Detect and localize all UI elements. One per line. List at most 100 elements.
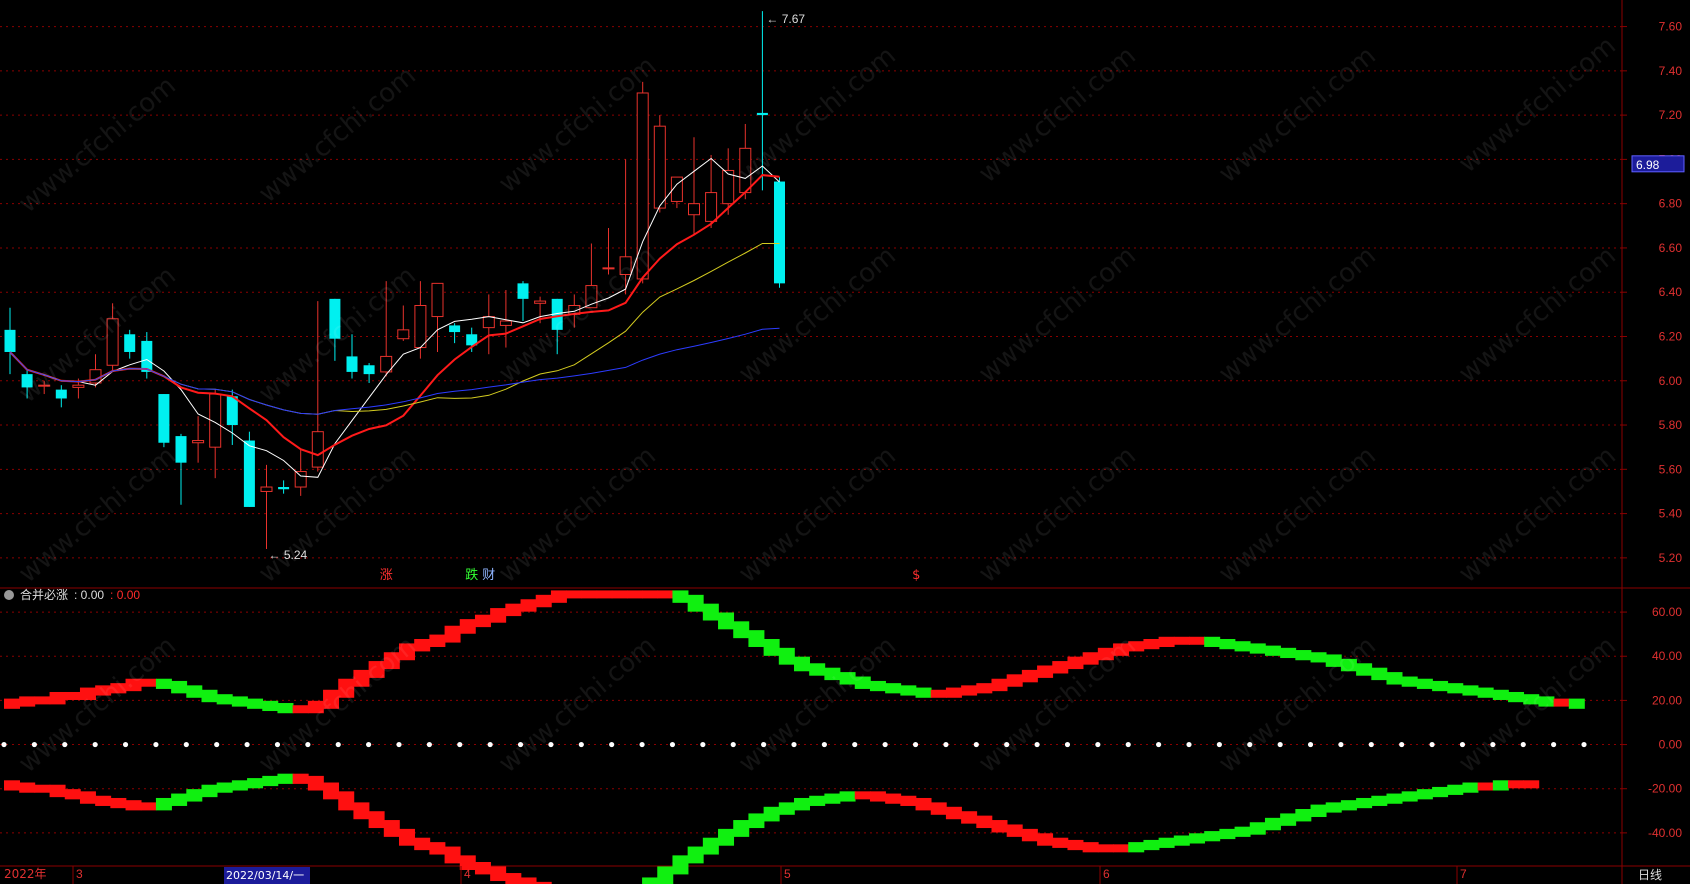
zero-dot xyxy=(882,741,888,748)
period-label: 日线 xyxy=(1638,868,1662,882)
lower-band-segment xyxy=(505,873,522,884)
lower-band-segment xyxy=(383,820,400,837)
lower-band-segment xyxy=(1082,842,1099,853)
lower-band-segment xyxy=(839,791,856,802)
upper-band-segment xyxy=(1371,667,1388,681)
zero-dot xyxy=(609,741,615,748)
lower-band-segment xyxy=(1113,844,1130,853)
upper-band-segment xyxy=(961,685,978,696)
candle-body-up xyxy=(192,440,205,444)
upper-band-segment xyxy=(945,687,962,698)
upper-band-segment xyxy=(900,685,917,696)
candle-body-down xyxy=(55,389,67,399)
upper-band-segment xyxy=(915,687,932,698)
lower-band-segment xyxy=(429,842,446,855)
upper-band-segment xyxy=(885,683,902,694)
upper-band-segment xyxy=(19,696,36,707)
zero-dot xyxy=(1125,741,1131,748)
upper-band-segment xyxy=(748,630,765,647)
lower-band-segment xyxy=(794,797,810,811)
zero-dot xyxy=(1034,741,1040,748)
price-tick-label: 6.00 xyxy=(1659,374,1683,388)
upper-band-segment xyxy=(216,694,233,705)
current-price-label: 6.98 xyxy=(1636,158,1660,172)
candle-body-up xyxy=(619,256,632,276)
lower-band-segment xyxy=(1021,828,1038,842)
candle-body-up xyxy=(739,147,752,194)
upper-band-segment xyxy=(231,696,248,707)
upper-band-segment xyxy=(247,698,264,709)
zero-dot xyxy=(1095,741,1101,748)
upper-band-segment xyxy=(763,638,780,656)
zero-dot xyxy=(1429,741,1435,748)
zero-dot xyxy=(1520,741,1526,748)
stock-chart[interactable]: 5.205.405.605.806.006.206.406.606.807.00… xyxy=(0,0,1690,884)
candle-body-up xyxy=(482,316,495,329)
lower-band-segment xyxy=(1143,839,1160,851)
zero-dot xyxy=(1186,741,1192,748)
upper-band-segment xyxy=(1356,663,1373,676)
upper-band-segment xyxy=(444,625,461,643)
lower-band-segment xyxy=(155,797,172,811)
ma10-line xyxy=(9,174,780,457)
lower-band-segment xyxy=(368,811,385,829)
lower-band-segment xyxy=(976,815,993,829)
zero-dot xyxy=(943,741,949,748)
event-marker: 财 xyxy=(482,568,495,583)
price-tick-label: 6.80 xyxy=(1659,197,1683,211)
lower-band-segment xyxy=(353,802,370,820)
lower-band-segment xyxy=(140,802,157,811)
upper-band-segment xyxy=(1523,694,1540,705)
lower-band-segment xyxy=(1325,802,1342,813)
lower-band-segment xyxy=(915,797,932,811)
sub-tick-label: 40.00 xyxy=(1652,649,1682,663)
upper-band-segment xyxy=(1538,696,1555,707)
lower-band-segment xyxy=(1432,786,1449,798)
lower-band-segment xyxy=(19,782,36,793)
zero-dot xyxy=(1490,741,1496,748)
lower-band-segment xyxy=(930,802,947,815)
lower-band-segment xyxy=(961,811,978,824)
month-label: 7 xyxy=(1460,867,1467,881)
lower-band-segment xyxy=(520,877,537,884)
zero-dot xyxy=(1004,741,1010,748)
zero-dot xyxy=(1581,741,1587,748)
upper-band-segment xyxy=(1553,698,1570,707)
upper-band-segment xyxy=(171,680,188,694)
upper-band-segment xyxy=(991,678,1008,692)
upper-band-segment xyxy=(581,590,598,599)
upper-band-segment xyxy=(79,687,96,700)
year-label: 2022年 xyxy=(4,867,47,881)
indicator-toggle-icon[interactable] xyxy=(4,589,14,600)
indicator-value-2: : 0.00 xyxy=(110,587,141,602)
candle-body-down xyxy=(517,283,529,299)
price-tick-label: 5.80 xyxy=(1659,418,1683,432)
upper-band-segment xyxy=(778,647,795,665)
upper-band-segment xyxy=(809,663,826,676)
upper-band-segment xyxy=(702,603,719,621)
upper-band-segment xyxy=(292,705,309,714)
zero-dot xyxy=(700,741,706,748)
upper-band-segment xyxy=(1416,678,1433,689)
upper-band-segment xyxy=(687,594,704,612)
upper-band-segment xyxy=(1082,652,1099,665)
zero-dot xyxy=(1459,741,1466,748)
candle-body-down xyxy=(21,374,33,388)
upper-band-segment xyxy=(1310,652,1327,663)
candle-body-down xyxy=(4,329,16,352)
upper-band-segment xyxy=(839,672,856,685)
lower-band-segment xyxy=(1189,833,1205,844)
candle-body-up xyxy=(688,203,700,216)
price-tick-label: 5.60 xyxy=(1659,462,1683,476)
lower-band-segment xyxy=(991,820,1008,833)
zero-dot xyxy=(912,741,919,748)
upper-band-segment xyxy=(34,696,51,705)
lower-band-segment xyxy=(414,837,431,851)
event-marker: 涨 xyxy=(380,568,393,583)
upper-band-segment xyxy=(1325,654,1342,667)
upper-band-segment xyxy=(1097,647,1114,661)
lower-band-segment xyxy=(125,800,142,811)
ma20-line xyxy=(9,243,780,415)
lower-band-segment xyxy=(1234,826,1251,837)
lower-band-segment xyxy=(1508,780,1525,789)
